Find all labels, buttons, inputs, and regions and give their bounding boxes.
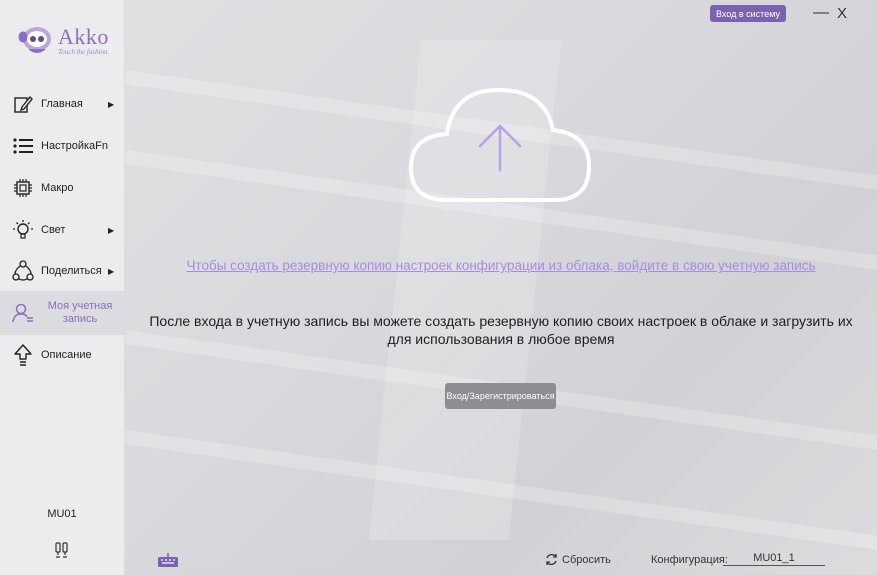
- sidebar-item-label: Главная: [41, 98, 83, 110]
- description-line: После входа в учетную запись вы можете с…: [149, 313, 853, 329]
- sidebar-item-label: Макро: [41, 182, 74, 194]
- sidebar-item-label: Описание: [41, 349, 92, 361]
- sidebar-item-description[interactable]: Описание: [0, 335, 124, 375]
- sidebar-item-label: Моя учетная запись: [47, 300, 113, 325]
- sidebar-item-my-account[interactable]: Моя учетная запись: [0, 291, 124, 335]
- sidebar-item-fn-settings[interactable]: НастройкаFn: [0, 126, 124, 166]
- device-link-icon[interactable]: [53, 541, 71, 559]
- user-icon: [12, 302, 34, 324]
- description-line: для использования в любое время: [387, 331, 615, 347]
- config-label: Конфигурация:: [651, 554, 728, 566]
- login-prompt-link[interactable]: Чтобы создать резервную копию настроек к…: [125, 258, 877, 273]
- brand-name: Akko: [58, 24, 109, 49]
- brand-tagline: Touch the fashion.: [58, 48, 110, 56]
- bulb-icon: [12, 219, 34, 241]
- refresh-icon: [546, 553, 557, 566]
- login-button[interactable]: Вход в систему: [710, 5, 786, 22]
- chevron-right-icon: ▶: [108, 266, 115, 276]
- sidebar-item-light[interactable]: Свет ▶: [0, 210, 124, 250]
- main-panel: Вход в систему — X Чтобы создать резервн…: [125, 0, 877, 575]
- edit-icon: [12, 93, 34, 115]
- reset-label: Сбросить: [562, 553, 611, 566]
- share-icon: [12, 260, 34, 282]
- akko-mascot-icon: [18, 27, 51, 53]
- sidebar-item-label: Поделиться: [41, 265, 102, 277]
- list-icon: [12, 135, 34, 157]
- chip-icon: [12, 177, 34, 199]
- sidebar-item-label: НастройкаFn: [41, 140, 108, 152]
- upload-icon: [12, 344, 34, 366]
- cloud-upload-icon: [408, 87, 592, 202]
- reset-button[interactable]: Сбросить: [545, 553, 611, 566]
- sidebar: Akko Touch the fashion. Главная ▶ Настро…: [0, 0, 125, 575]
- register-button[interactable]: Вход/Зарегистрироваться: [445, 383, 556, 409]
- sidebar-item-share[interactable]: Поделиться ▶: [0, 251, 124, 291]
- keyboard-icon[interactable]: [157, 552, 179, 568]
- minimize-button[interactable]: —: [813, 4, 829, 22]
- akko-logo: Akko Touch the fashion.: [16, 22, 116, 60]
- sidebar-item-label: Свет: [41, 224, 66, 236]
- config-select[interactable]: MU01_1: [723, 552, 825, 566]
- device-name: MU01: [47, 508, 77, 520]
- chevron-right-icon: ▶: [108, 99, 115, 109]
- sidebar-item-home[interactable]: Главная ▶: [0, 84, 124, 124]
- sidebar-item-macro[interactable]: Макро: [0, 168, 124, 208]
- backup-description: После входа в учетную запись вы можете с…: [125, 312, 877, 348]
- close-button[interactable]: X: [837, 5, 847, 22]
- chevron-right-icon: ▶: [108, 225, 115, 235]
